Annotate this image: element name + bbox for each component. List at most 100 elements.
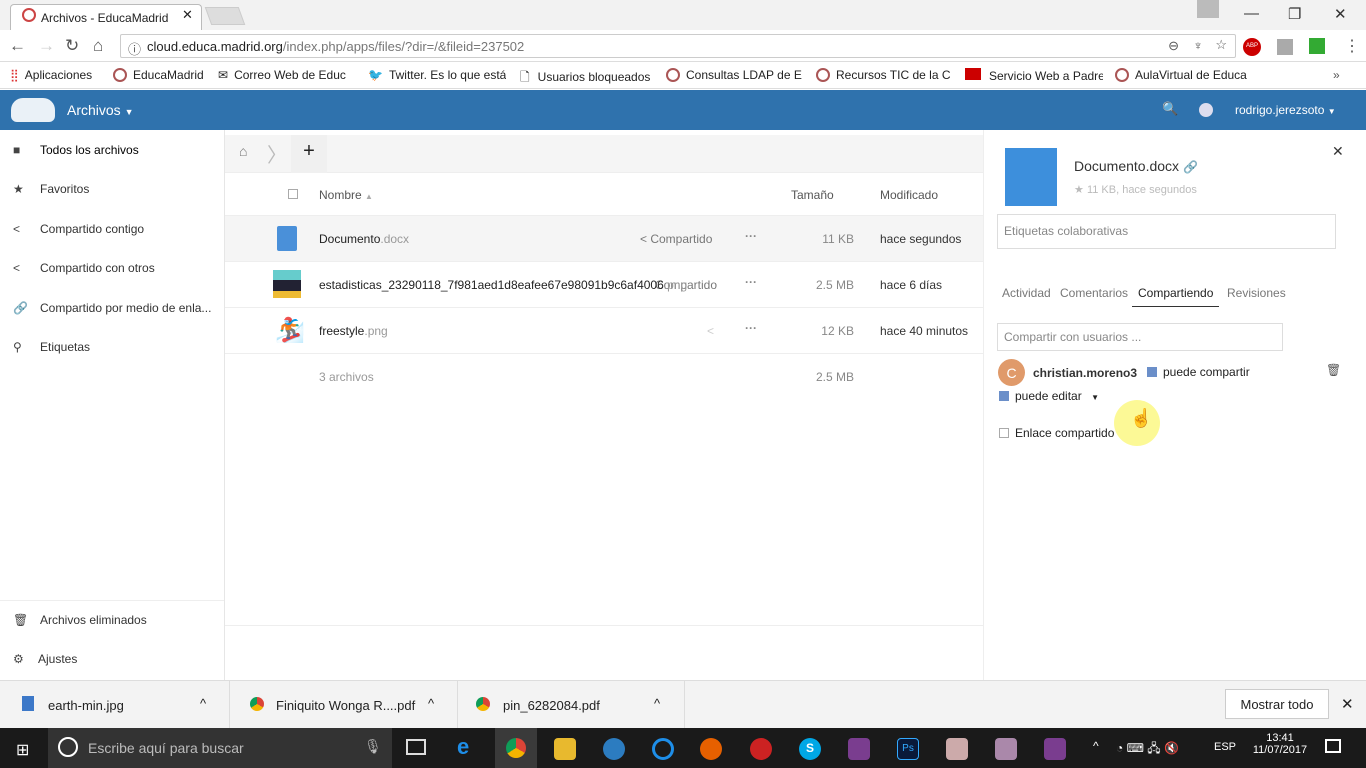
close-downloads-icon[interactable]: ✕ (1341, 695, 1354, 713)
firefox-icon[interactable] (700, 738, 722, 760)
zoom-icon[interactable]: ⊖ (1168, 38, 1179, 54)
sidebar-deleted-files[interactable]: 🗑 Archivos eliminados (0, 600, 224, 638)
sidebar-item-tags[interactable]: ⚲ Etiquetas (0, 328, 224, 366)
download-item[interactable]: earth-min.jpg ^ (0, 681, 230, 729)
chrome-taskbar-button[interactable] (495, 728, 537, 768)
menu-icon[interactable]: ⋮ (1344, 36, 1360, 56)
favorite-star-icon[interactable]: ★ (1074, 184, 1084, 196)
share-with-users-input[interactable]: Compartir con usuarios ... (997, 323, 1283, 351)
task-view-icon[interactable] (406, 739, 426, 755)
bookmark[interactable]: 🗋 Usuarios bloqueados (520, 68, 650, 89)
sidebar-settings[interactable]: ⚙ Ajustes (0, 640, 224, 678)
back-icon[interactable]: ← (9, 36, 26, 56)
file-name[interactable]: Documento.docx (319, 232, 409, 246)
new-button[interactable]: + (291, 135, 327, 173)
user-menu[interactable]: rodrigo.jerezsoto ▼ (1235, 103, 1336, 117)
chevron-up-icon[interactable]: ^ (200, 696, 206, 711)
link-share-checkbox[interactable]: Enlace compartido (999, 426, 1114, 440)
taskbar-search[interactable]: Escribe aquí para buscar 🎙 (48, 728, 392, 768)
share-button[interactable]: < Compartido (640, 232, 712, 246)
adblock-icon[interactable]: ABP (1243, 38, 1261, 56)
sidebar-item-favorites[interactable]: ★ Favoritos (0, 170, 224, 208)
sidebar-item-shared-with-others[interactable]: < Compartido con otros (0, 249, 224, 287)
caret-down-icon[interactable]: ▼ (1091, 393, 1099, 402)
reload-icon[interactable]: ↻ (65, 36, 79, 56)
search-icon[interactable]: 🔍 (1162, 101, 1178, 117)
sidebar-item-shared-by-link[interactable]: 🔗 Compartido por medio de enla... (0, 289, 224, 327)
notifications-icon[interactable] (1199, 103, 1213, 117)
bookmark[interactable]: ✉ Correo Web de Educ (218, 68, 356, 82)
more-actions-icon[interactable]: ··· (745, 229, 757, 243)
sort-name-header[interactable]: Nombre ▲ (319, 188, 373, 202)
url-input[interactable]: ⓘ cloud.educa.madrid.org/index.php/apps/… (120, 34, 1236, 58)
tags-input[interactable]: Etiquetas colaborativas (997, 214, 1336, 249)
extension-icon[interactable] (1277, 39, 1293, 55)
show-all-button[interactable]: Mostrar todo (1225, 689, 1329, 719)
language-indicator[interactable]: ESP (1214, 741, 1236, 753)
app-menu[interactable]: Archivos ▼ (67, 102, 134, 118)
app-icon[interactable] (995, 738, 1017, 760)
onenote-icon[interactable] (848, 738, 870, 760)
photoshop-icon[interactable]: Ps (897, 738, 919, 760)
bookmark[interactable]: EducaMadrid (113, 68, 204, 82)
ccleaner-icon[interactable] (652, 738, 674, 760)
cloud-logo-icon[interactable] (11, 98, 55, 122)
clock[interactable]: 13:41 11/07/2017 (1250, 732, 1310, 756)
bookmark[interactable]: 🐦 Twitter. Es lo que está (368, 68, 506, 82)
close-tab-icon[interactable]: ✕ (182, 7, 193, 23)
table-row[interactable]: 🏂 freestyle.png < ··· 12 KB hace 40 minu… (225, 308, 983, 354)
new-tab-button[interactable] (204, 7, 246, 25)
bookmark[interactable]: AulaVirtual de Educa (1115, 68, 1253, 82)
tab-activity[interactable]: Actividad (1002, 286, 1051, 300)
file-explorer-icon[interactable] (554, 738, 576, 760)
skype-icon[interactable]: S (799, 738, 821, 760)
tab-sharing[interactable]: Compartiendo (1132, 280, 1220, 307)
can-share-checkbox[interactable]: puede compartir (1147, 365, 1250, 379)
extension-green-icon[interactable] (1309, 38, 1325, 54)
link-icon[interactable]: 🔗 (1183, 160, 1198, 174)
tray-icons[interactable]: ◔ ⌨ 🖧 🔇 (1116, 739, 1179, 760)
close-panel-icon[interactable]: ✕ (1332, 143, 1344, 160)
select-all-checkbox[interactable] (288, 189, 298, 199)
sort-size-header[interactable]: Tamaño (791, 188, 834, 202)
download-item[interactable]: Finiquito Wonga R....pdf ^ (230, 681, 458, 729)
windows-start-icon[interactable]: ⊞ (16, 740, 29, 760)
browser-tab[interactable]: Archivos - EducaMadrid (10, 4, 202, 30)
onenote-icon[interactable] (1044, 738, 1066, 760)
more-bookmarks-button[interactable]: » (1333, 68, 1340, 82)
profile-icon[interactable] (1197, 0, 1219, 18)
share-icon[interactable]: < (707, 324, 714, 338)
sidebar-item-shared-with-you[interactable]: < Compartido contigo (0, 210, 224, 248)
bookmark[interactable]: Consultas LDAP de E (666, 68, 804, 82)
thunderbird-icon[interactable] (603, 738, 625, 760)
file-name[interactable]: freestyle.png (319, 324, 388, 338)
close-window-button[interactable]: ✕ (1334, 5, 1347, 23)
home-icon[interactable]: ⌂ (239, 143, 247, 159)
chevron-up-icon[interactable]: ^ (428, 696, 434, 711)
edge-icon[interactable]: e (457, 734, 479, 759)
star-icon[interactable]: ☆ (1215, 37, 1227, 53)
bookmark[interactable]: Servicio Web a Padre (965, 68, 1103, 83)
tray-expand-icon[interactable]: ^ (1093, 739, 1099, 753)
forward-icon[interactable]: → (38, 36, 55, 56)
home-icon[interactable]: ⌂ (93, 36, 103, 56)
trash-icon[interactable]: 🗑 (1326, 363, 1341, 377)
file-name[interactable]: estadisticas_23290118_7f981aed1d8eafee67… (319, 278, 687, 292)
can-edit-checkbox[interactable]: puede editar ▼ (999, 389, 1099, 403)
restore-button[interactable]: ❐ (1288, 5, 1301, 23)
microphone-icon[interactable]: 🎙 (364, 738, 382, 755)
bookmark[interactable]: Recursos TIC de la C (816, 68, 954, 82)
sidebar-item-all-files[interactable]: ■ Todos los archivos (0, 131, 224, 169)
table-row[interactable]: Compartido estadisticas_23290118_7f981ae… (225, 262, 983, 308)
more-actions-icon[interactable]: ··· (745, 321, 757, 335)
more-actions-icon[interactable]: ··· (745, 275, 757, 289)
action-center-icon[interactable] (1325, 739, 1341, 753)
tab-revisions[interactable]: Revisiones (1227, 286, 1286, 300)
app-red-icon[interactable] (750, 738, 772, 760)
key-icon[interactable]: ♆ (1193, 38, 1203, 53)
minimize-button[interactable]: — (1244, 5, 1259, 22)
bookmark-apps[interactable]: ⣿ Aplicaciones (10, 68, 92, 82)
tab-comments[interactable]: Comentarios (1060, 286, 1128, 300)
table-row[interactable]: Documento.docx < Compartido ··· 11 KB ha… (225, 216, 983, 262)
app-icon[interactable] (946, 738, 968, 760)
